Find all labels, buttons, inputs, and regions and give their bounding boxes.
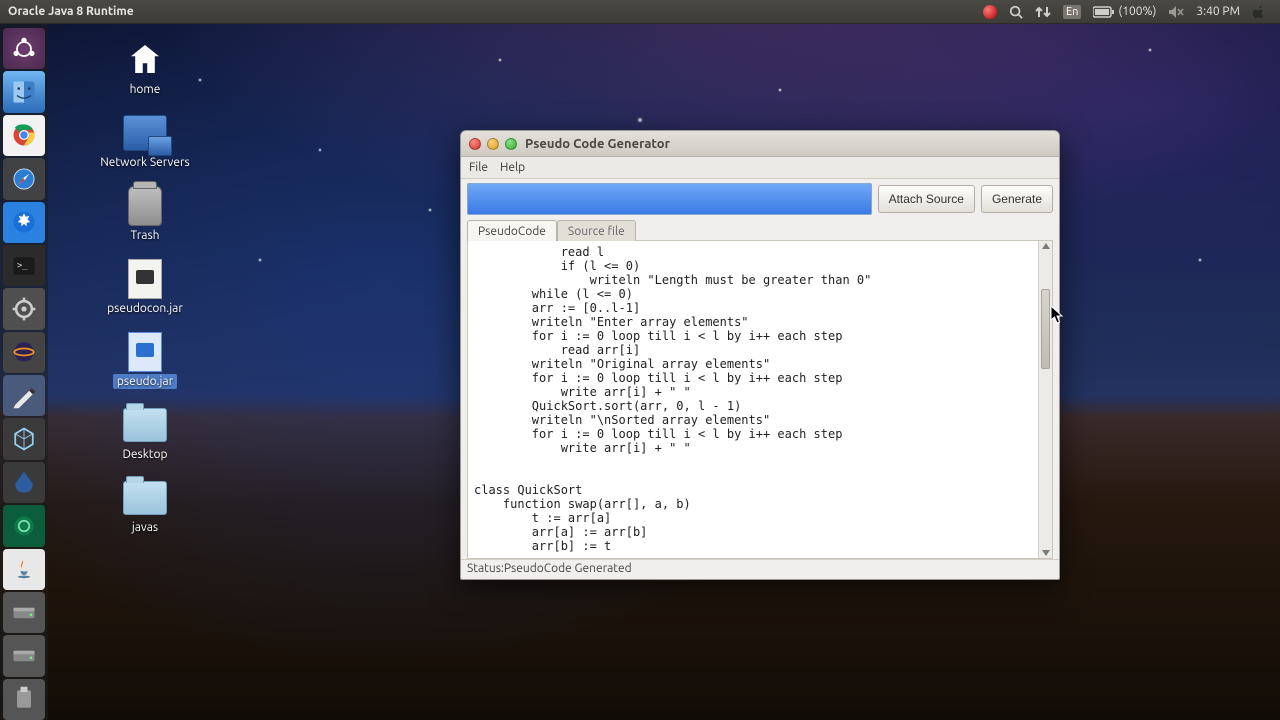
launcher-safari-icon[interactable] (3, 158, 45, 199)
window-titlebar[interactable]: Pseudo Code Generator (461, 131, 1059, 157)
close-icon[interactable] (469, 138, 481, 150)
tab-source-file[interactable]: Source file (557, 220, 636, 241)
launcher-chrome-icon[interactable] (3, 115, 45, 156)
code-output-area: read l if (l <= 0) writeln "Length must … (467, 240, 1053, 559)
menubar-app-title: Oracle Java 8 Runtime (8, 5, 134, 18)
vertical-scrollbar[interactable] (1038, 241, 1052, 558)
launcher-virtualbox-icon[interactable] (3, 418, 45, 459)
launcher-appstore-icon[interactable] (3, 202, 45, 243)
launcher-settings-icon[interactable] (3, 288, 45, 329)
keyboard-lang-indicator[interactable]: En (1057, 5, 1087, 19)
pseudocode-text[interactable]: read l if (l <= 0) writeln "Length must … (468, 241, 1038, 558)
launcher-editor-icon[interactable] (3, 375, 45, 416)
network-updown-icon[interactable] (1029, 5, 1057, 19)
tab-strip: PseudoCode Source file (461, 219, 1059, 240)
desktop-icons: home Network Servers Trash pseudocon.jar… (90, 40, 230, 535)
maximize-icon[interactable] (505, 138, 517, 150)
svg-text:>_: >_ (17, 260, 28, 270)
battery-icon[interactable]: (100%) (1087, 5, 1162, 18)
desktop-icon-label: Network Servers (96, 155, 194, 170)
desktop-icon-pseudocon-jar[interactable]: pseudocon.jar (90, 259, 200, 316)
scrollbar-thumb[interactable] (1041, 289, 1050, 369)
desktop-icon-javas-folder[interactable]: javas (90, 478, 200, 535)
search-icon[interactable] (1003, 5, 1029, 19)
launcher-dash-icon[interactable] (3, 28, 45, 69)
desktop-icon-pseudo-jar[interactable]: pseudo.jar (90, 332, 200, 389)
window-menubar: File Help (461, 157, 1059, 179)
volume-mute-icon[interactable] (1162, 5, 1190, 19)
launcher-drive2-icon[interactable] (3, 635, 45, 676)
desktop-icon-label: home (126, 82, 165, 97)
desktop-icon-label: pseudo.jar (113, 374, 177, 389)
battery-percent: (100%) (1118, 5, 1156, 18)
minimize-icon[interactable] (487, 138, 499, 150)
launcher-java-icon[interactable] (3, 549, 45, 590)
launcher-removable-icon[interactable] (3, 679, 45, 720)
desktop-icon-home[interactable]: home (90, 40, 200, 97)
desktop-icon-label: javas (128, 520, 162, 535)
unity-launcher: >_ (0, 24, 48, 720)
attach-source-button[interactable]: Attach Source (878, 185, 975, 213)
desktop-icon-trash[interactable]: Trash (90, 186, 200, 243)
tab-pseudocode[interactable]: PseudoCode (467, 220, 557, 241)
record-indicator-icon[interactable] (977, 5, 1003, 19)
launcher-drive-icon[interactable] (3, 592, 45, 633)
desktop-icon-label: Desktop (118, 447, 171, 462)
launcher-inkscape-icon[interactable] (3, 462, 45, 503)
generate-button[interactable]: Generate (981, 185, 1053, 213)
desktop-icon-desktop-folder[interactable]: Desktop (90, 405, 200, 462)
menubar-clock[interactable]: 3:40 PM (1190, 5, 1246, 18)
launcher-app-icon[interactable] (3, 505, 45, 546)
window-controls (469, 138, 517, 150)
desktop-icon-label: Trash (126, 228, 163, 243)
window-toolbar: Attach Source Generate (461, 179, 1059, 219)
menu-help[interactable]: Help (500, 161, 525, 174)
launcher-terminal-icon[interactable]: >_ (3, 245, 45, 286)
launcher-eclipse-icon[interactable] (3, 332, 45, 373)
desktop-icon-network-servers[interactable]: Network Servers (90, 113, 200, 170)
desktop-icon-label: pseudocon.jar (103, 301, 187, 316)
source-path-input[interactable] (467, 183, 872, 215)
menu-file[interactable]: File (469, 161, 488, 174)
status-bar: Status:PseudoCode Generated (461, 559, 1059, 579)
window-title: Pseudo Code Generator (525, 137, 670, 151)
apple-menu-icon[interactable] (1246, 5, 1272, 19)
pseudo-code-generator-window: Pseudo Code Generator File Help Attach S… (460, 130, 1060, 580)
top-menubar: Oracle Java 8 Runtime En (100%) 3:40 PM (0, 0, 1280, 24)
launcher-files-icon[interactable] (3, 71, 45, 112)
